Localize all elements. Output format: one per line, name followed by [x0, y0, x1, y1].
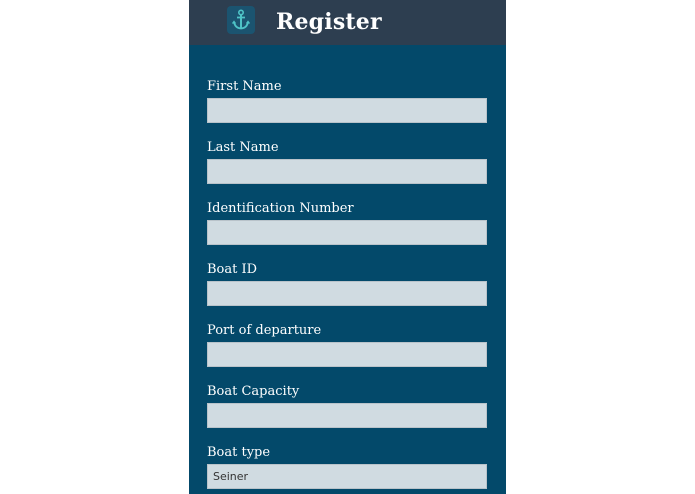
identification-number-input[interactable] — [207, 220, 487, 245]
identification-number-label: Identification Number — [207, 201, 354, 216]
port-of-departure-input[interactable] — [207, 342, 487, 367]
last-name-input[interactable] — [207, 159, 487, 184]
register-screen: Register First Name Last Name Identifica… — [189, 0, 506, 494]
anchor-icon — [227, 6, 255, 34]
boat-id-label: Boat ID — [207, 262, 258, 277]
identification-number-field-group: Identification Number — [207, 198, 488, 259]
first-name-field-group: First Name — [207, 76, 488, 137]
boat-type-field-group: Boat type — [207, 442, 488, 494]
first-name-input[interactable] — [207, 98, 487, 123]
boat-capacity-label: Boat Capacity — [207, 384, 300, 399]
app-header: Register — [189, 0, 506, 45]
last-name-field-group: Last Name — [207, 137, 488, 198]
boat-capacity-field-group: Boat Capacity — [207, 381, 488, 442]
boat-type-label: Boat type — [207, 445, 271, 460]
boat-capacity-input[interactable] — [207, 403, 487, 428]
page-title: Register — [276, 9, 382, 35]
last-name-label: Last Name — [207, 140, 279, 155]
register-form: First Name Last Name Identification Numb… — [207, 76, 488, 494]
boat-type-input[interactable] — [207, 464, 487, 489]
boat-id-input[interactable] — [207, 281, 487, 306]
port-of-departure-field-group: Port of departure — [207, 320, 488, 381]
port-of-departure-label: Port of departure — [207, 323, 322, 338]
boat-id-field-group: Boat ID — [207, 259, 488, 320]
first-name-label: First Name — [207, 79, 282, 94]
